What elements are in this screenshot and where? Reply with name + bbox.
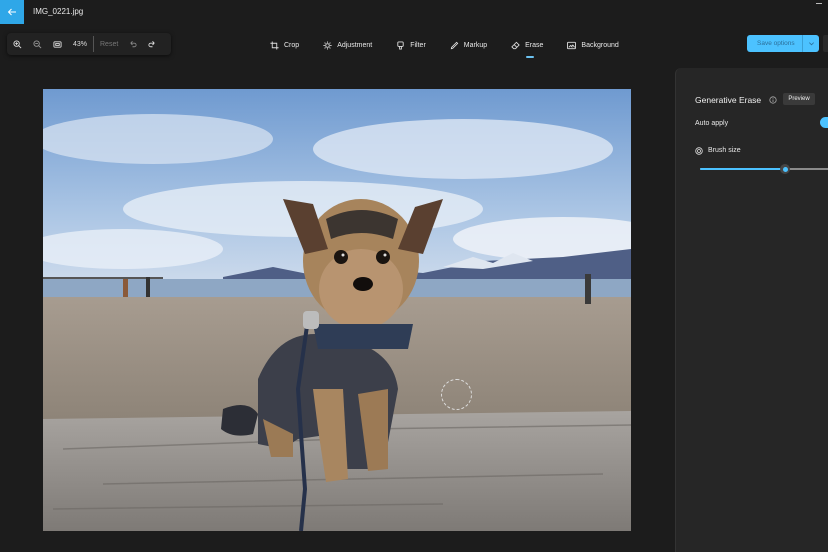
panel-title: Generative Erase	[695, 95, 762, 105]
edit-tools: Crop Adjustment Filter Markup Erase Back…	[270, 38, 643, 58]
zoom-toolbar: 43% Reset	[7, 33, 171, 55]
tool-erase[interactable]: Erase	[511, 38, 544, 58]
brush-size-thumb[interactable]	[780, 164, 791, 174]
undo-button[interactable]	[122, 33, 142, 55]
fit-window-icon	[52, 40, 62, 48]
erase-panel: Generative Erase Preview Auto apply Brus…	[675, 68, 828, 552]
chevron-down-icon	[808, 42, 814, 46]
save-options-label: Save options	[757, 40, 795, 47]
pen-icon	[450, 41, 459, 49]
tool-filter-label: Filter	[410, 41, 426, 49]
auto-apply-label: Auto apply	[695, 120, 729, 127]
zoom-in-button[interactable]	[7, 33, 27, 55]
tool-crop[interactable]: Crop	[270, 38, 299, 52]
tool-crop-label: Crop	[284, 41, 300, 49]
zoom-in-icon	[12, 39, 21, 48]
brush-size-fill	[700, 168, 786, 170]
redo-icon	[148, 40, 155, 47]
tool-background[interactable]: Background	[567, 38, 619, 52]
info-icon[interactable]	[769, 96, 777, 104]
brush-size-icon	[695, 147, 703, 155]
minimize-button[interactable]	[816, 3, 822, 4]
save-options-button[interactable]: Save options	[747, 35, 819, 52]
redo-button[interactable]	[142, 33, 162, 55]
photo-canvas[interactable]	[43, 89, 631, 531]
tool-filter[interactable]: Filter	[396, 38, 426, 52]
save-options-dropdown[interactable]	[803, 40, 819, 47]
background-icon	[567, 41, 577, 49]
zoom-level: 43%	[73, 40, 88, 48]
window-title: IMG_0221.jpg	[33, 7, 84, 16]
tool-markup[interactable]: Markup	[450, 38, 487, 52]
zoom-out-icon	[32, 39, 41, 48]
crop-icon	[270, 40, 279, 50]
fit-to-window-button[interactable]	[47, 33, 67, 55]
filter-icon	[397, 40, 404, 50]
sun-icon	[323, 40, 332, 50]
zoom-out-button[interactable]	[27, 33, 47, 55]
back-arrow-icon	[7, 8, 16, 16]
back-button[interactable]	[0, 0, 24, 24]
tool-adjustment[interactable]: Adjustment	[323, 38, 372, 52]
tool-adjustment-label: Adjustment	[337, 41, 373, 49]
undo-icon	[130, 40, 137, 47]
brush-size-label: Brush size	[708, 147, 741, 154]
tool-erase-label: Erase	[525, 41, 544, 49]
preview-badge: Preview	[783, 93, 815, 105]
reset-button[interactable]: Reset	[100, 41, 118, 48]
eraser-icon	[511, 41, 520, 49]
brush-cursor	[441, 379, 472, 410]
yorkie-beach-photo	[43, 89, 631, 531]
divider	[93, 36, 94, 52]
auto-apply-toggle[interactable]	[820, 117, 828, 128]
tool-markup-label: Markup	[463, 41, 488, 49]
title-bar: IMG_0221.jpg	[0, 0, 828, 24]
tool-background-label: Background	[581, 41, 619, 49]
more-options-button[interactable]	[823, 35, 828, 52]
